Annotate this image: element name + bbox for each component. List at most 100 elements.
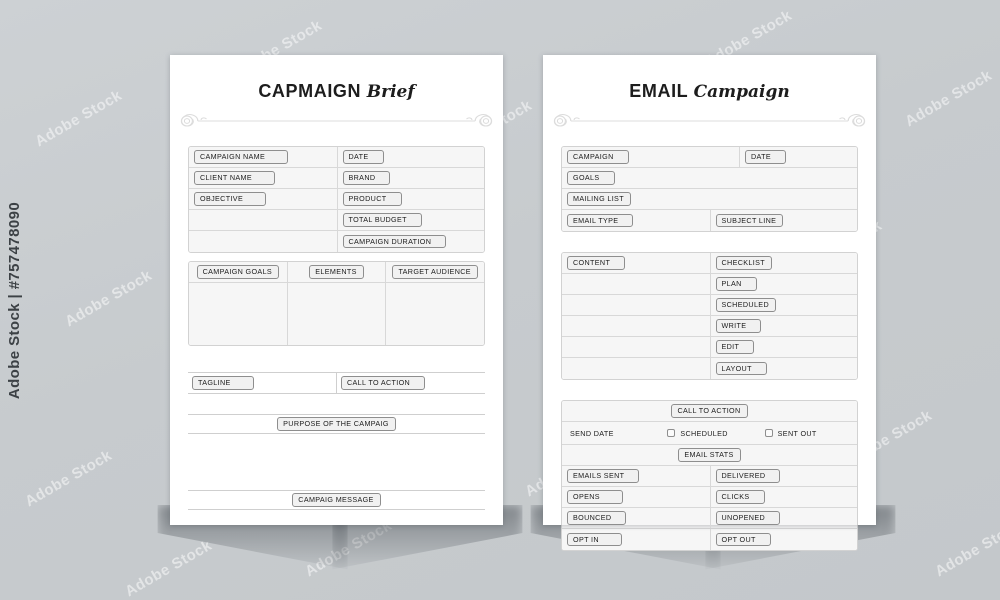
cell-emails-sent[interactable]: EMAILS SENT bbox=[562, 466, 710, 486]
label-plan: PLAN bbox=[715, 277, 757, 291]
table-row: OBJECTIVE PRODUCT bbox=[189, 189, 484, 210]
cell-unopened[interactable]: UNOPENED bbox=[709, 508, 858, 528]
cell-call-to-action-header: CALL TO ACTION bbox=[562, 401, 857, 421]
page2-header: EMAIL Campaign bbox=[543, 55, 876, 102]
cell-checklist-scheduled[interactable]: SCHEDULED bbox=[709, 295, 858, 315]
cell-send-date[interactable]: SEND DATE bbox=[562, 422, 662, 444]
tagline-cta-row: TAGLINE CALL TO ACTION bbox=[188, 373, 485, 393]
label-delivered: DELIVERED bbox=[715, 469, 781, 483]
cell-checklist-layout[interactable]: LAYOUT bbox=[709, 358, 858, 379]
page1-info-table: CAMPAIGN NAME DATE CLIENT NAME BRAND OBJ… bbox=[188, 146, 485, 253]
cell-content-line-5[interactable] bbox=[562, 358, 710, 379]
write-col-campaign-goals[interactable] bbox=[189, 283, 287, 345]
table-row: CAMPAIGN DURATION bbox=[189, 231, 484, 252]
table-row: CAMPAIGN DATE bbox=[562, 147, 857, 168]
message-header: CAMPAIG MESSAGE bbox=[188, 491, 485, 509]
cell-email-stats-header: EMAIL STATS bbox=[562, 445, 857, 465]
label-tagline: TAGLINE bbox=[192, 376, 254, 390]
cell-delivered[interactable]: DELIVERED bbox=[709, 466, 858, 486]
label-opt-in: OPT IN bbox=[567, 532, 622, 547]
label-product: PRODUCT bbox=[342, 192, 402, 206]
label-total-budget: TOTAL BUDGET bbox=[342, 213, 422, 227]
page-campaign-brief: CAPMAIGN Brief CAMPAIGN NAME DATE CLIENT… bbox=[170, 55, 503, 525]
table-row: TOTAL BUDGET bbox=[189, 210, 484, 231]
cell-content-line-4[interactable] bbox=[562, 337, 710, 357]
table-row: EMAILS SENT DELIVERED bbox=[562, 466, 857, 487]
label-purpose-of-campaign: PURPOSE OF THE CAMPAIG bbox=[277, 417, 396, 431]
table-row: EMAIL TYPE SUBJECT LINE bbox=[562, 210, 857, 231]
page2-title-bold: EMAIL bbox=[629, 81, 688, 101]
label-call-to-action: CALL TO ACTION bbox=[671, 404, 748, 418]
cell-campaign[interactable]: CAMPAIGN bbox=[562, 147, 739, 167]
label-checklist: CHECKLIST bbox=[715, 256, 772, 270]
table-row: LAYOUT bbox=[562, 358, 857, 379]
cell-opens[interactable]: OPENS bbox=[562, 487, 710, 507]
label-campaign-goals: CAMPAIGN GOALS bbox=[196, 265, 280, 279]
checkbox-sent-out[interactable] bbox=[764, 429, 773, 437]
cell-goals[interactable]: GOALS bbox=[562, 168, 857, 188]
table-row: PLAN bbox=[562, 274, 857, 295]
field-call-to-action[interactable]: CALL TO ACTION bbox=[336, 373, 485, 393]
label-clicks: CLICKS bbox=[715, 490, 765, 504]
field-tagline[interactable]: TAGLINE bbox=[188, 373, 336, 393]
cell-checkbox-sent-out[interactable]: SENT OUT bbox=[760, 422, 857, 444]
cell-checklist-write[interactable]: WRITE bbox=[709, 316, 858, 336]
cell-opt-in[interactable]: OPT IN bbox=[562, 529, 710, 550]
checkbox-scheduled[interactable] bbox=[667, 429, 676, 437]
label-send-date: SEND DATE bbox=[570, 428, 614, 438]
cell-client-name[interactable]: CLIENT NAME bbox=[189, 168, 337, 188]
cell-checklist-plan[interactable]: PLAN bbox=[709, 274, 858, 294]
cell-mailing-list[interactable]: MAILING LIST bbox=[562, 189, 857, 209]
cell-campaign-name[interactable]: CAMPAIGN NAME bbox=[189, 147, 337, 167]
col-header-campaign-goals: CAMPAIGN GOALS bbox=[189, 262, 287, 282]
table-row: MAILING LIST bbox=[562, 189, 857, 210]
cell-email-type[interactable]: EMAIL TYPE bbox=[562, 210, 710, 231]
cell-content-line-3[interactable] bbox=[562, 316, 710, 336]
ornament-divider bbox=[174, 110, 499, 132]
swirl-ornament-icon bbox=[180, 114, 493, 127]
cell-product[interactable]: PRODUCT bbox=[336, 189, 485, 209]
table-row: EDIT bbox=[562, 337, 857, 358]
table-row-header: CAMPAIGN GOALS ELEMENTS TARGET AUDIENCE bbox=[189, 262, 484, 283]
page1-message-group: CAMPAIG MESSAGE bbox=[188, 491, 485, 568]
cell-content-line-1[interactable] bbox=[562, 274, 710, 294]
stock-id-strip: Adobe Stock | #757478090 bbox=[2, 0, 28, 600]
label-date: DATE bbox=[745, 150, 787, 164]
table-row: SCHEDULED bbox=[562, 295, 857, 316]
table-row-cta: CALL TO ACTION bbox=[562, 401, 857, 422]
goals-write-area[interactable] bbox=[189, 283, 484, 345]
col-header-target-audience: TARGET AUDIENCE bbox=[385, 262, 484, 282]
cell-objective[interactable]: OBJECTIVE bbox=[189, 189, 337, 209]
cell-opt-out[interactable]: OPT OUT bbox=[709, 529, 858, 550]
cell-brand[interactable]: BRAND bbox=[336, 168, 485, 188]
purpose-write-area[interactable] bbox=[188, 434, 485, 490]
cell-content-line-2[interactable] bbox=[562, 295, 710, 315]
cell-campaign-duration[interactable]: CAMPAIGN DURATION bbox=[336, 231, 485, 252]
cell-empty-1[interactable] bbox=[189, 210, 337, 230]
label-campaign-duration: CAMPAIGN DURATION bbox=[342, 234, 447, 249]
cell-checkbox-scheduled[interactable]: SCHEDULED bbox=[662, 422, 759, 444]
cell-date[interactable]: DATE bbox=[336, 147, 485, 167]
ornament-divider bbox=[547, 110, 872, 132]
cell-bounced[interactable]: BOUNCED bbox=[562, 508, 710, 528]
cell-checklist-edit[interactable]: EDIT bbox=[709, 337, 858, 357]
label-layout: LAYOUT bbox=[715, 361, 767, 376]
label-campaign-message: CAMPAIG MESSAGE bbox=[292, 493, 381, 507]
page1-title-script: Brief bbox=[366, 82, 415, 102]
label-opens: OPENS bbox=[567, 490, 623, 504]
cell-subject-line[interactable]: SUBJECT LINE bbox=[709, 210, 858, 231]
label-client-name: CLIENT NAME bbox=[194, 171, 276, 185]
message-write-area[interactable] bbox=[188, 510, 485, 568]
label-goals: GOALS bbox=[567, 171, 615, 185]
write-col-target-audience[interactable] bbox=[385, 283, 484, 345]
cell-total-budget[interactable]: TOTAL BUDGET bbox=[336, 210, 485, 230]
cell-checklist-header: CHECKLIST bbox=[709, 253, 858, 273]
write-col-elements[interactable] bbox=[286, 283, 386, 345]
stock-id-text: Adobe Stock | #757478090 bbox=[6, 201, 24, 399]
label-campaign-name: CAMPAIGN NAME bbox=[194, 150, 289, 164]
page1-title: CAPMAIGN Brief bbox=[188, 81, 485, 102]
cell-clicks[interactable]: CLICKS bbox=[709, 487, 858, 507]
cell-empty-2[interactable] bbox=[189, 231, 337, 252]
cell-date[interactable]: DATE bbox=[739, 147, 857, 167]
label-checkbox-sent-out: SENT OUT bbox=[777, 428, 817, 438]
